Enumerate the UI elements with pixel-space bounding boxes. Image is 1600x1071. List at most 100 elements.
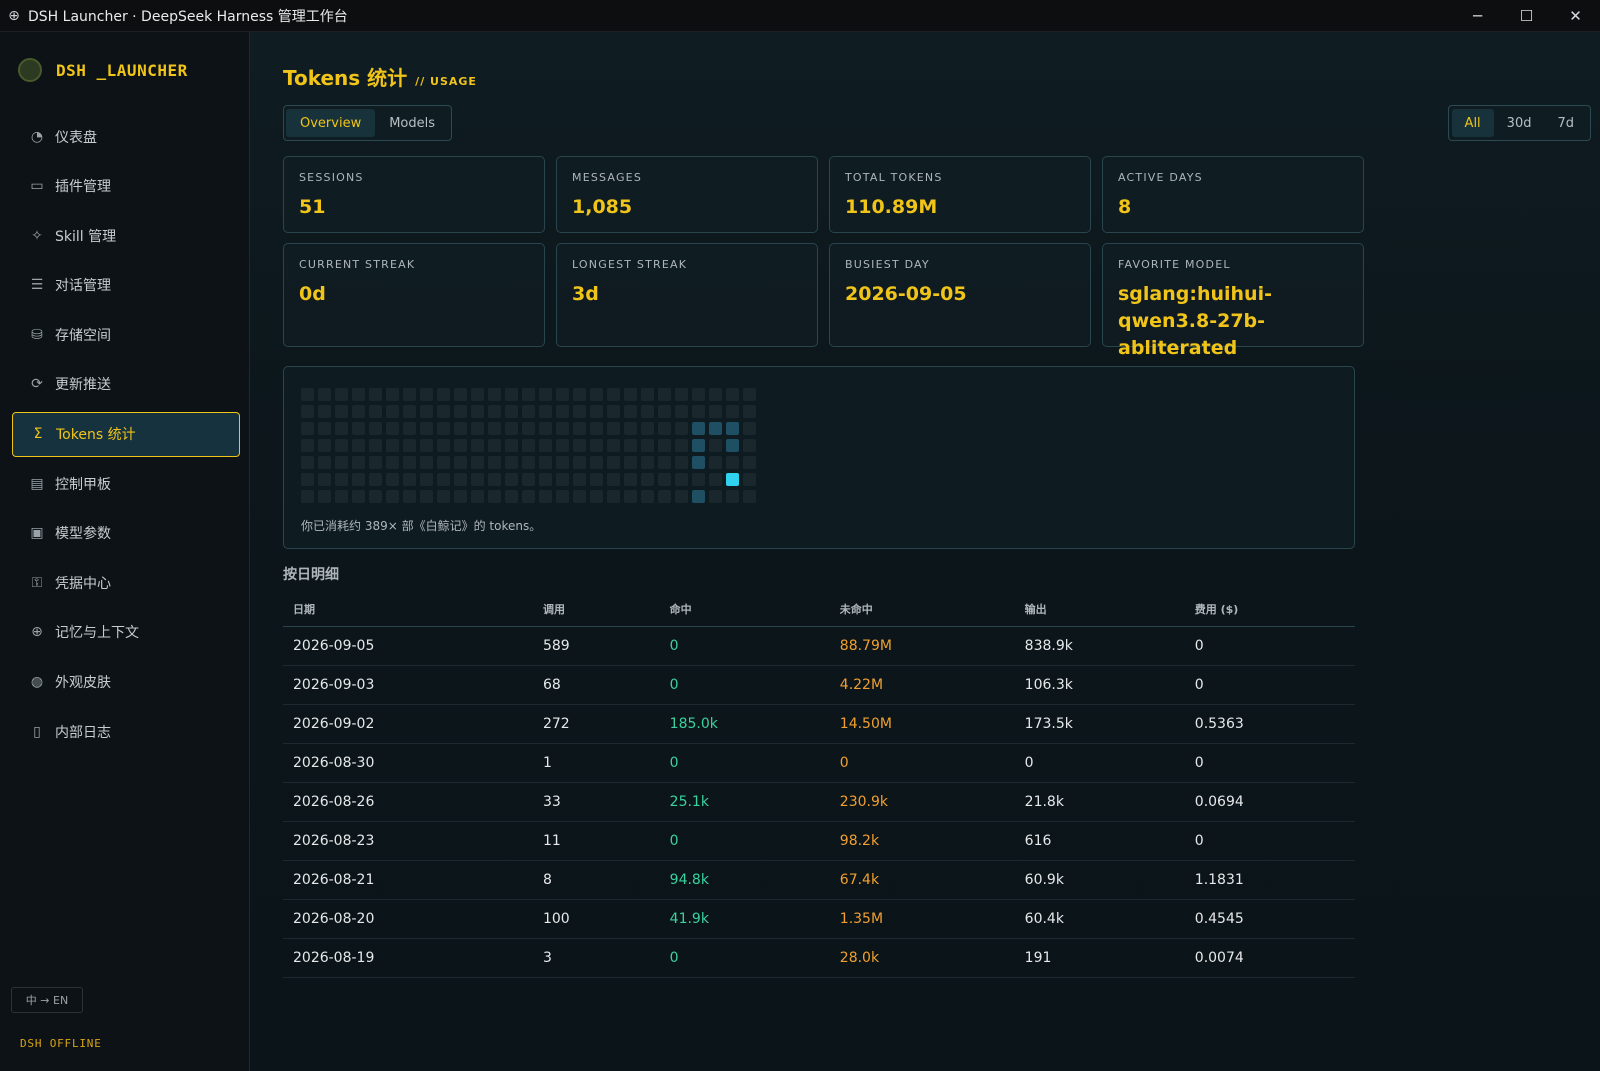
column-header[interactable]: 费用 ($) bbox=[1184, 592, 1355, 627]
column-header[interactable]: 调用 bbox=[532, 592, 660, 627]
sidebar-item[interactable]: ☰ 对话管理 bbox=[12, 263, 240, 308]
sidebar-item[interactable]: ▯ 内部日志 bbox=[12, 709, 240, 754]
stat-card: LONGEST STREAK 3d bbox=[556, 243, 818, 347]
heatmap-cell bbox=[641, 388, 654, 401]
view-tab[interactable]: Overview bbox=[286, 109, 376, 137]
sidebar-item[interactable]: ▣ 模型参数 bbox=[12, 511, 240, 556]
stat-value: 0d bbox=[299, 283, 326, 305]
range-tab[interactable]: 30d bbox=[1494, 109, 1545, 137]
heatmap-cell bbox=[726, 456, 739, 469]
table-row: 2026-09-05 589 0 88.79M 838.9k 0 bbox=[283, 626, 1355, 666]
sidebar-item-label: 存储空间 bbox=[55, 327, 111, 344]
heatmap-cell bbox=[505, 388, 518, 401]
title-bar: ⊕ DSH Launcher · DeepSeek Harness 管理工作台 … bbox=[0, 0, 1600, 32]
stat-label: ACTIVE DAYS bbox=[1118, 171, 1203, 184]
close-button[interactable]: ✕ bbox=[1551, 0, 1600, 31]
heatmap-cell bbox=[692, 422, 705, 435]
heatmap-cell bbox=[675, 490, 688, 503]
heatmap-cell bbox=[743, 473, 756, 486]
heatmap-cell bbox=[318, 439, 331, 452]
minimize-button[interactable]: ─ bbox=[1453, 0, 1502, 31]
table-cell: 2026-08-30 bbox=[283, 743, 533, 783]
table-cell: 0 bbox=[1184, 743, 1355, 783]
heatmap-cell bbox=[573, 490, 586, 503]
heatmap-cell bbox=[522, 388, 535, 401]
table-cell: 25.1k bbox=[659, 782, 830, 822]
sidebar-item[interactable]: Σ Tokens 统计 bbox=[12, 411, 240, 457]
sidebar-item[interactable]: ◔ 仪表盘 bbox=[12, 114, 240, 159]
heatmap-cell bbox=[743, 456, 756, 469]
column-header[interactable]: 日期 bbox=[283, 592, 533, 627]
heatmap-grid bbox=[301, 388, 756, 503]
stat-card: MESSAGES 1,085 bbox=[556, 156, 818, 233]
heatmap-cell bbox=[437, 439, 450, 452]
heatmap-cell bbox=[590, 456, 603, 469]
range-tab[interactable]: All bbox=[1451, 109, 1494, 137]
sidebar-item[interactable]: ✧ Skill 管理 bbox=[12, 213, 240, 258]
heatmap-cell bbox=[488, 439, 501, 452]
table-cell: 0.0694 bbox=[1184, 782, 1355, 822]
sidebar-item[interactable]: ▤ 控制甲板 bbox=[12, 461, 240, 506]
sidebar-item[interactable]: ◍ 外观皮肤 bbox=[12, 660, 240, 705]
table-cell: 0.5363 bbox=[1184, 704, 1355, 744]
heatmap-cell bbox=[403, 490, 416, 503]
column-header[interactable]: 未命中 bbox=[829, 592, 1015, 627]
heatmap-cell bbox=[420, 439, 433, 452]
heatmap-cell bbox=[675, 473, 688, 486]
heatmap-cell bbox=[624, 405, 637, 418]
heatmap-cell bbox=[590, 473, 603, 486]
stat-card: BUSIEST DAY 2026-09-05 bbox=[829, 243, 1091, 347]
heatmap-cell bbox=[420, 490, 433, 503]
heatmap-cell bbox=[692, 439, 705, 452]
page-subtitle: // USAGE bbox=[415, 75, 477, 88]
heatmap-cell bbox=[556, 405, 569, 418]
sidebar-item-label: 模型参数 bbox=[55, 526, 111, 543]
sidebar-item[interactable]: ⟳ 更新推送 bbox=[12, 362, 240, 407]
heatmap-cell bbox=[692, 473, 705, 486]
heatmap-cell bbox=[318, 473, 331, 486]
window-controls: ─ ☐ ✕ bbox=[1453, 0, 1600, 31]
heatmap-cell bbox=[505, 490, 518, 503]
heatmap-cell bbox=[624, 456, 637, 469]
stat-card: FAVORITE MODEL sglang:huihui-qwen3.8-27b-… bbox=[1102, 243, 1364, 359]
heatmap-cell bbox=[420, 405, 433, 418]
heatmap-cell bbox=[607, 422, 620, 435]
sidebar-item[interactable]: ▭ 插件管理 bbox=[12, 164, 240, 209]
sidebar-item[interactable]: ⛁ 存储空间 bbox=[12, 312, 240, 357]
heatmap-cell bbox=[301, 473, 314, 486]
stat-card: TOTAL TOKENS 110.89M bbox=[829, 156, 1091, 233]
table-cell: 1 bbox=[532, 743, 660, 783]
sidebar-item[interactable]: ⚿ 凭据中心 bbox=[12, 560, 240, 605]
table-row: 2026-08-20 100 41.9k 1.35M 60.4k 0.4545 bbox=[283, 899, 1355, 939]
table-cell: 3 bbox=[532, 938, 660, 978]
table-cell: 185.0k bbox=[659, 704, 830, 744]
heatmap-cell bbox=[318, 456, 331, 469]
table-row: 2026-08-23 11 0 98.2k 616 0 bbox=[283, 821, 1355, 861]
sidebar-item-icon: ⊕ bbox=[31, 624, 43, 641]
heatmap-cell bbox=[301, 422, 314, 435]
range-tab[interactable]: 7d bbox=[1544, 109, 1587, 137]
view-tab[interactable]: Models bbox=[375, 109, 449, 137]
table-cell: 0 bbox=[659, 743, 830, 783]
heatmap-cell bbox=[539, 388, 552, 401]
table-cell: 838.9k bbox=[1014, 626, 1185, 666]
column-header[interactable]: 输出 bbox=[1014, 592, 1185, 627]
sidebar-item-icon: ⛁ bbox=[31, 326, 43, 343]
window-title: DSH Launcher · DeepSeek Harness 管理工作台 bbox=[28, 8, 348, 25]
column-header[interactable]: 命中 bbox=[659, 592, 830, 627]
heatmap-cell bbox=[590, 388, 603, 401]
table-cell: 8 bbox=[532, 860, 660, 900]
sidebar-item[interactable]: ⊕ 记忆与上下文 bbox=[12, 610, 240, 655]
language-toggle-button[interactable]: 中 → EN bbox=[11, 987, 83, 1013]
stat-label: MESSAGES bbox=[572, 171, 642, 184]
heatmap-cell bbox=[607, 473, 620, 486]
heatmap-cell bbox=[573, 473, 586, 486]
heatmap-cell bbox=[539, 456, 552, 469]
maximize-button[interactable]: ☐ bbox=[1502, 0, 1551, 31]
stat-label: LONGEST STREAK bbox=[572, 258, 688, 271]
page-title: Tokens 统计 bbox=[283, 66, 408, 90]
heatmap-cell bbox=[488, 456, 501, 469]
heatmap-cell bbox=[641, 473, 654, 486]
table-cell: 98.2k bbox=[829, 821, 1015, 861]
heatmap-cell bbox=[556, 473, 569, 486]
